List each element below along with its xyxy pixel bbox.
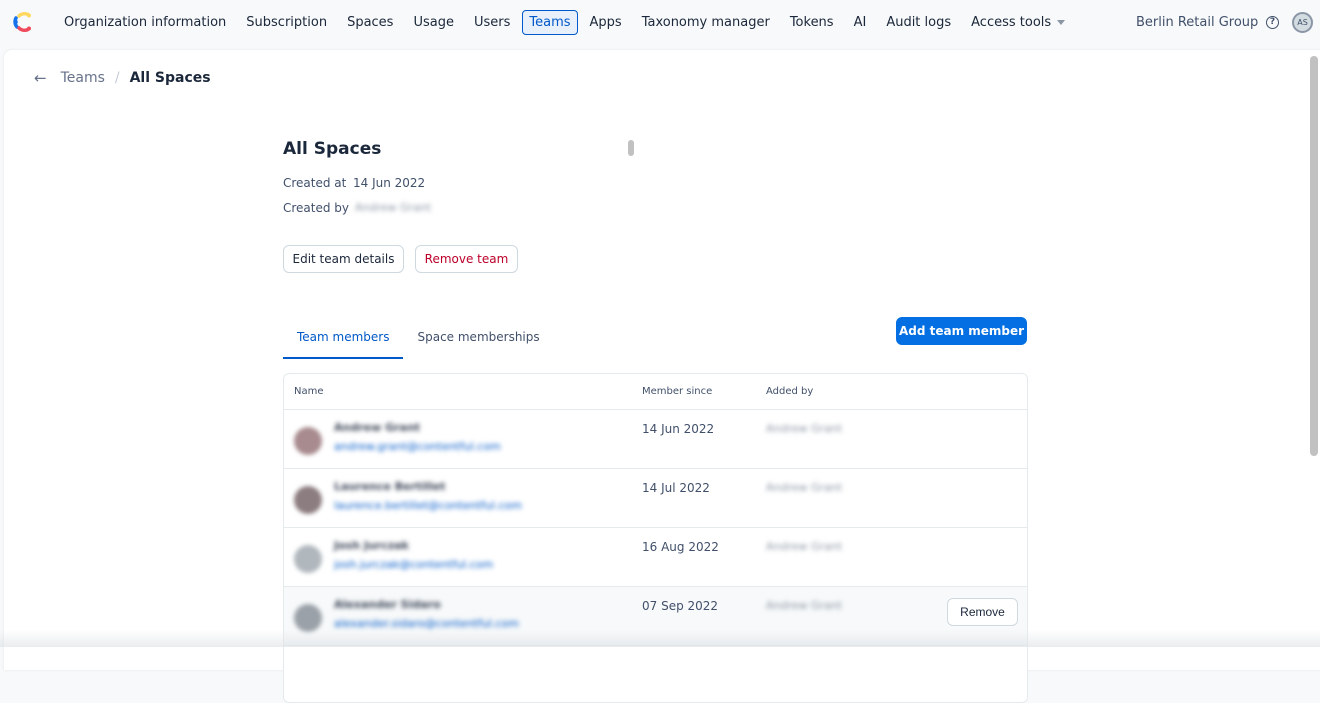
- column-header-added-by: Added by: [766, 386, 814, 397]
- add-team-member-button[interactable]: Add team member: [896, 317, 1027, 345]
- bottom-fade: [0, 630, 1320, 647]
- nav-audit-logs[interactable]: Audit logs: [876, 9, 961, 36]
- member-name: Josh Jurczak: [334, 539, 409, 552]
- created-by-value: Andrew Grant: [355, 201, 432, 214]
- nav-usage[interactable]: Usage: [403, 9, 464, 36]
- member-added-by: Andrew Grant: [766, 481, 843, 494]
- remove-member-button[interactable]: Remove: [947, 598, 1018, 626]
- help-icon[interactable]: ?: [1266, 16, 1279, 29]
- nav-items: Organization information Subscription Sp…: [54, 9, 1075, 36]
- table-row[interactable]: Laurence Bertillet laurence.bertillet@co…: [284, 469, 1027, 528]
- member-email[interactable]: laurence.bertillet@contentful.com: [334, 499, 522, 512]
- member-since: 14 Jun 2022: [642, 422, 715, 436]
- created-by-label: Created by: [283, 201, 350, 215]
- created-at-value: 14 Jun 2022: [353, 176, 426, 190]
- scrollbar-thumb[interactable]: [1310, 56, 1318, 456]
- tab-team-members[interactable]: Team members: [283, 318, 404, 359]
- breadcrumb-separator: /: [114, 70, 120, 86]
- breadcrumb-teams-link[interactable]: Teams: [61, 70, 105, 86]
- back-arrow-icon[interactable]: ←: [34, 69, 47, 87]
- main-panel: ← Teams / All Spaces All Spaces Created …: [4, 50, 1320, 703]
- nav-subscription[interactable]: Subscription: [236, 9, 337, 36]
- nav-apps[interactable]: Apps: [580, 9, 632, 36]
- tabs: Team members Space memberships: [283, 318, 554, 359]
- member-avatar: [294, 604, 322, 632]
- breadcrumb: ← Teams / All Spaces: [34, 69, 211, 87]
- member-email[interactable]: josh.jurczak@contentful.com: [334, 558, 493, 571]
- nav-organization-information[interactable]: Organization information: [54, 9, 236, 36]
- member-name: Andrew Grant: [334, 421, 421, 434]
- column-header-member-since: Member since: [642, 386, 713, 397]
- table-header: Name Member since Added by: [284, 374, 1027, 410]
- created-at-label: Created at: [283, 176, 347, 190]
- edit-team-details-button[interactable]: Edit team details: [283, 245, 404, 273]
- tab-space-memberships[interactable]: Space memberships: [403, 318, 553, 359]
- top-navigation: Organization information Subscription Sp…: [0, 0, 1320, 45]
- remove-team-button[interactable]: Remove team: [415, 245, 518, 273]
- member-since: 16 Aug 2022: [642, 540, 719, 554]
- member-email[interactable]: alexander.sidaro@contentful.com: [334, 617, 519, 630]
- nav-users[interactable]: Users: [464, 9, 520, 36]
- nav-ai[interactable]: AI: [844, 9, 877, 36]
- member-added-by: Andrew Grant: [766, 599, 843, 612]
- member-added-by: Andrew Grant: [766, 422, 843, 435]
- member-avatar: [294, 427, 322, 455]
- breadcrumb-current: All Spaces: [129, 70, 211, 86]
- team-members-table: Name Member since Added by Andrew Grant …: [283, 373, 1028, 703]
- member-since: 14 Jul 2022: [642, 481, 710, 495]
- member-added-by: Andrew Grant: [766, 540, 843, 553]
- member-avatar: [294, 486, 322, 514]
- member-name: Alexander Sidaro: [334, 598, 441, 611]
- table-row[interactable]: Josh Jurczak josh.jurczak@contentful.com…: [284, 528, 1027, 587]
- member-since: 07 Sep 2022: [642, 599, 719, 613]
- chevron-down-icon: [1057, 20, 1066, 25]
- nav-spaces[interactable]: Spaces: [337, 9, 403, 36]
- table-row[interactable]: Andrew Grant andrew.grant@contentful.com…: [284, 410, 1027, 469]
- organization-name[interactable]: Berlin Retail Group: [1136, 15, 1258, 30]
- nav-access-tools-label: Access tools: [971, 15, 1052, 30]
- column-header-name: Name: [294, 386, 324, 397]
- nav-taxonomy-manager[interactable]: Taxonomy manager: [632, 9, 780, 36]
- nav-tokens[interactable]: Tokens: [780, 9, 844, 36]
- nav-teams[interactable]: Teams: [522, 10, 578, 35]
- member-name: Laurence Bertillet: [334, 480, 446, 493]
- drag-handle: [628, 140, 634, 156]
- page-title: All Spaces: [283, 139, 382, 159]
- member-email[interactable]: andrew.grant@contentful.com: [334, 440, 501, 453]
- contentful-logo-icon[interactable]: [12, 11, 34, 33]
- nav-access-tools[interactable]: Access tools: [961, 9, 1075, 36]
- scrollbar[interactable]: [1308, 50, 1320, 647]
- user-avatar[interactable]: AS: [1292, 12, 1313, 33]
- member-avatar: [294, 545, 322, 573]
